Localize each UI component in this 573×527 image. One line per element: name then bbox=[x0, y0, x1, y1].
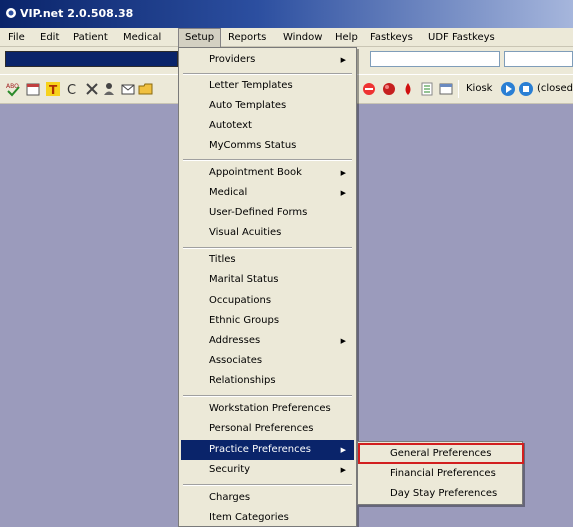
patient-selector[interactable] bbox=[5, 51, 178, 67]
menu-reports[interactable]: Reports bbox=[222, 28, 272, 47]
svg-text:T: T bbox=[49, 83, 58, 97]
practice-preferences-submenu: General Preferences Financial Preference… bbox=[357, 441, 524, 505]
app-icon bbox=[6, 8, 16, 18]
menu-item-medical[interactable]: Medical ▶ bbox=[181, 183, 354, 203]
window-title: VIP.net 2.0.508.38 bbox=[20, 7, 134, 20]
submenu-arrow-icon: ▶ bbox=[340, 56, 346, 64]
menu-separator bbox=[183, 73, 352, 75]
menu-item-visual-acuities[interactable]: Visual Acuities bbox=[181, 223, 354, 243]
folder-icon[interactable] bbox=[138, 81, 154, 97]
red-circle-icon[interactable] bbox=[381, 81, 397, 97]
menu-item-mycomms-status[interactable]: MyComms Status bbox=[181, 136, 354, 156]
kiosk-label: Kiosk bbox=[466, 83, 493, 94]
toolbar-separator bbox=[458, 80, 459, 98]
menu-item-user-defined-forms[interactable]: User-Defined Forms bbox=[181, 203, 354, 223]
abo-check-icon[interactable]: ABO bbox=[5, 81, 21, 97]
menu-item-item-categories[interactable]: Item Categories bbox=[181, 508, 354, 527]
menu-separator bbox=[183, 395, 352, 397]
menu-item-associates[interactable]: Associates bbox=[181, 351, 354, 371]
menu-fastkeys[interactable]: Fastkeys bbox=[364, 28, 419, 47]
menu-item-day-stay-preferences[interactable]: Day Stay Preferences bbox=[360, 484, 520, 504]
menu-separator bbox=[183, 484, 352, 486]
submenu-arrow-icon: ▶ bbox=[340, 446, 346, 454]
menu-item-workstation-preferences[interactable]: Workstation Preferences bbox=[181, 399, 354, 419]
svg-text:C: C bbox=[67, 83, 76, 97]
menu-item-occupations[interactable]: Occupations bbox=[181, 291, 354, 311]
letter-c-icon[interactable]: C bbox=[65, 81, 81, 97]
menu-item-marital-status[interactable]: Marital Status bbox=[181, 270, 354, 290]
submenu-arrow-icon: ▶ bbox=[340, 337, 346, 345]
submenu-arrow-icon: ▶ bbox=[340, 466, 346, 474]
stop-icon[interactable] bbox=[518, 81, 534, 97]
menu-item-general-preferences[interactable]: General Preferences bbox=[360, 444, 520, 464]
no-entry-icon[interactable] bbox=[361, 81, 377, 97]
cross-icon[interactable] bbox=[84, 81, 100, 97]
blood-drop-icon[interactable] bbox=[400, 81, 416, 97]
search-field-1[interactable] bbox=[370, 51, 500, 67]
menu-item-providers[interactable]: Providers ▶ bbox=[181, 50, 354, 70]
setup-menu: Providers ▶ Letter Templates Auto Templat… bbox=[178, 47, 357, 527]
menu-item-charges[interactable]: Charges bbox=[181, 488, 354, 508]
menu-medical[interactable]: Medical bbox=[117, 28, 167, 47]
menu-setup[interactable]: Setup bbox=[178, 28, 222, 48]
menu-item-addresses[interactable]: Addresses ▶ bbox=[181, 331, 354, 351]
menu-udf-fastkeys[interactable]: UDF Fastkeys bbox=[422, 28, 501, 47]
menu-separator bbox=[183, 159, 352, 161]
submenu-arrow-icon: ▶ bbox=[340, 169, 346, 177]
menu-item-financial-preferences[interactable]: Financial Preferences bbox=[360, 464, 520, 484]
menu-patient[interactable]: Patient bbox=[67, 28, 114, 47]
list-icon[interactable] bbox=[419, 81, 435, 97]
text-t-icon[interactable]: T bbox=[45, 81, 61, 97]
submenu-arrow-icon: ▶ bbox=[340, 189, 346, 197]
user-key-icon[interactable] bbox=[102, 81, 118, 97]
search-field-2[interactable] bbox=[504, 51, 573, 67]
menu-item-relationships[interactable]: Relationships bbox=[181, 371, 354, 391]
menu-help[interactable]: Help bbox=[329, 28, 364, 47]
menu-item-personal-preferences[interactable]: Personal Preferences bbox=[181, 419, 354, 439]
menu-item-titles[interactable]: Titles bbox=[181, 250, 354, 270]
menu-item-appointment-book[interactable]: Appointment Book ▶ bbox=[181, 163, 354, 183]
menu-item-auto-templates[interactable]: Auto Templates bbox=[181, 96, 354, 116]
title-bar: VIP.net 2.0.508.38 bbox=[0, 0, 573, 28]
calendar-icon[interactable] bbox=[25, 81, 41, 97]
menu-item-security[interactable]: Security ▶ bbox=[181, 460, 354, 480]
play-icon[interactable] bbox=[500, 81, 516, 97]
menu-item-practice-preferences[interactable]: Practice Preferences ▶ bbox=[181, 440, 354, 460]
menu-window[interactable]: Window bbox=[277, 28, 328, 47]
menu-file[interactable]: File bbox=[2, 28, 31, 47]
envelope-icon[interactable] bbox=[120, 81, 136, 97]
menu-item-ethnic-groups[interactable]: Ethnic Groups bbox=[181, 311, 354, 331]
menu-item-autotext[interactable]: Autotext bbox=[181, 116, 354, 136]
kiosk-status: (closed bbox=[537, 83, 573, 94]
menu-edit[interactable]: Edit bbox=[34, 28, 65, 47]
menu-bar: File Edit Patient Medical Setup Reports … bbox=[0, 28, 573, 48]
menu-separator bbox=[183, 247, 352, 249]
menu-item-letter-templates[interactable]: Letter Templates bbox=[181, 76, 354, 96]
window-icon[interactable] bbox=[438, 81, 454, 97]
